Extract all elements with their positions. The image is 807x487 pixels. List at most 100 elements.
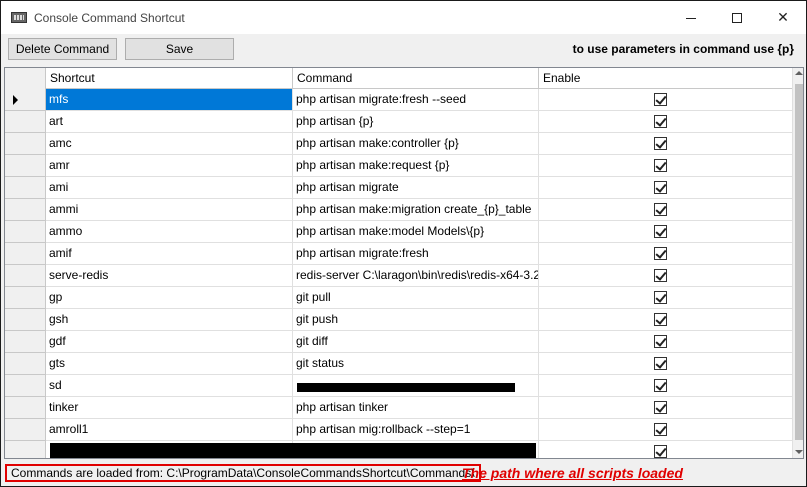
table-row[interactable]: amroll1 php artisan mig:rollback --step=1 <box>5 419 795 441</box>
scroll-up-icon[interactable] <box>795 71 803 75</box>
shortcut-cell[interactable]: amc <box>46 133 293 155</box>
command-cell[interactable]: git diff <box>293 331 539 353</box>
command-cell[interactable]: php artisan mig:rollback --step=1 <box>293 419 539 441</box>
table-row[interactable]: serve-redis redis-server C:\laragon\bin\r… <box>5 265 795 287</box>
enable-checkbox[interactable] <box>654 137 667 150</box>
enable-checkbox[interactable] <box>654 115 667 128</box>
table-row[interactable] <box>5 441 795 458</box>
enable-checkbox[interactable] <box>654 423 667 436</box>
enable-checkbox[interactable] <box>654 379 667 392</box>
shortcut-cell[interactable]: gdf <box>46 331 293 353</box>
enable-cell[interactable] <box>539 397 795 419</box>
row-header-cell[interactable] <box>5 375 46 397</box>
command-cell[interactable]: git status <box>293 353 539 375</box>
shortcut-cell[interactable]: mfs <box>46 89 293 111</box>
command-cell[interactable]: php artisan {p} <box>293 111 539 133</box>
table-row[interactable]: ammo php artisan make:model Models\{p} <box>5 221 795 243</box>
minimize-button[interactable] <box>668 1 714 34</box>
row-header-cell[interactable] <box>5 89 46 111</box>
row-header-cell[interactable] <box>5 155 46 177</box>
enable-checkbox[interactable] <box>654 93 667 106</box>
shortcut-cell[interactable]: ammo <box>46 221 293 243</box>
commands-grid[interactable]: Shortcut Command Enable mfs php artisan m… <box>4 67 804 459</box>
enable-cell[interactable] <box>539 265 795 287</box>
enable-checkbox[interactable] <box>654 247 667 260</box>
shortcut-cell[interactable]: amroll1 <box>46 419 293 441</box>
enable-checkbox[interactable] <box>654 269 667 282</box>
shortcut-cell[interactable]: amif <box>46 243 293 265</box>
enable-checkbox[interactable] <box>654 225 667 238</box>
enable-checkbox[interactable] <box>654 203 667 216</box>
title-bar[interactable]: Console Command Shortcut ✕ <box>1 1 806 34</box>
shortcut-cell[interactable]: ami <box>46 177 293 199</box>
command-cell[interactable]: php artisan make:request {p} <box>293 155 539 177</box>
table-row[interactable]: mfs php artisan migrate:fresh --seed <box>5 89 795 111</box>
row-header-cell[interactable] <box>5 199 46 221</box>
enable-cell[interactable] <box>539 221 795 243</box>
row-header-cell[interactable] <box>5 419 46 441</box>
enable-cell[interactable] <box>539 375 795 397</box>
table-row[interactable]: tinker php artisan tinker <box>5 397 795 419</box>
enable-checkbox[interactable] <box>654 445 667 458</box>
enable-cell[interactable] <box>539 331 795 353</box>
shortcut-cell[interactable]: gsh <box>46 309 293 331</box>
row-header-cell[interactable] <box>5 133 46 155</box>
save-button[interactable]: Save <box>125 38 234 60</box>
row-header-cell[interactable] <box>5 397 46 419</box>
row-header-cell[interactable] <box>5 441 46 458</box>
vertical-scrollbar[interactable] <box>792 68 803 458</box>
enable-checkbox[interactable] <box>654 313 667 326</box>
enable-checkbox[interactable] <box>654 401 667 414</box>
row-header-cell[interactable] <box>5 265 46 287</box>
command-cell[interactable]: git pull <box>293 287 539 309</box>
command-cell[interactable]: redis-server C:\laragon\bin\redis\redis-… <box>293 265 539 287</box>
table-row[interactable]: gp git pull <box>5 287 795 309</box>
row-header-cell[interactable] <box>5 111 46 133</box>
enable-cell[interactable] <box>539 419 795 441</box>
table-row[interactable]: amr php artisan make:request {p} <box>5 155 795 177</box>
column-header-shortcut[interactable]: Shortcut <box>46 68 293 89</box>
enable-cell[interactable] <box>539 309 795 331</box>
table-row[interactable]: art php artisan {p} <box>5 111 795 133</box>
row-header-cell[interactable] <box>5 309 46 331</box>
row-header-cell[interactable] <box>5 331 46 353</box>
shortcut-cell[interactable]: gts <box>46 353 293 375</box>
enable-cell[interactable] <box>539 111 795 133</box>
command-cell[interactable]: php artisan migrate:fresh --seed <box>293 89 539 111</box>
command-cell[interactable]: php artisan make:controller {p} <box>293 133 539 155</box>
row-header-cell[interactable] <box>5 353 46 375</box>
enable-checkbox[interactable] <box>654 159 667 172</box>
row-header-cell[interactable] <box>5 221 46 243</box>
command-cell[interactable]: git push <box>293 309 539 331</box>
table-row[interactable]: ami php artisan migrate <box>5 177 795 199</box>
shortcut-cell[interactable]: gp <box>46 287 293 309</box>
shortcut-cell[interactable]: amr <box>46 155 293 177</box>
enable-cell[interactable] <box>539 133 795 155</box>
shortcut-cell[interactable]: sd <box>46 375 293 397</box>
command-cell[interactable]: php artisan make:migration create_{p}_ta… <box>293 199 539 221</box>
shortcut-cell[interactable]: tinker <box>46 397 293 419</box>
scroll-down-icon[interactable] <box>795 450 803 454</box>
table-row[interactable]: gdf git diff <box>5 331 795 353</box>
table-row[interactable]: sd <box>5 375 795 397</box>
table-row[interactable]: gsh git push <box>5 309 795 331</box>
row-header-cell[interactable] <box>5 287 46 309</box>
enable-cell[interactable] <box>539 441 795 458</box>
shortcut-cell[interactable]: serve-redis <box>46 265 293 287</box>
shortcut-cell[interactable]: art <box>46 111 293 133</box>
enable-checkbox[interactable] <box>654 291 667 304</box>
scrollbar-thumb[interactable] <box>795 84 803 440</box>
enable-cell[interactable] <box>539 353 795 375</box>
table-row[interactable]: gts git status <box>5 353 795 375</box>
command-cell[interactable]: php artisan migrate:fresh <box>293 243 539 265</box>
enable-cell[interactable] <box>539 199 795 221</box>
enable-checkbox[interactable] <box>654 335 667 348</box>
maximize-button[interactable] <box>714 1 760 34</box>
enable-cell[interactable] <box>539 155 795 177</box>
shortcut-cell[interactable]: ammi <box>46 199 293 221</box>
command-cell[interactable]: php artisan tinker <box>293 397 539 419</box>
enable-cell[interactable] <box>539 89 795 111</box>
enable-cell[interactable] <box>539 177 795 199</box>
enable-checkbox[interactable] <box>654 357 667 370</box>
enable-cell[interactable] <box>539 243 795 265</box>
